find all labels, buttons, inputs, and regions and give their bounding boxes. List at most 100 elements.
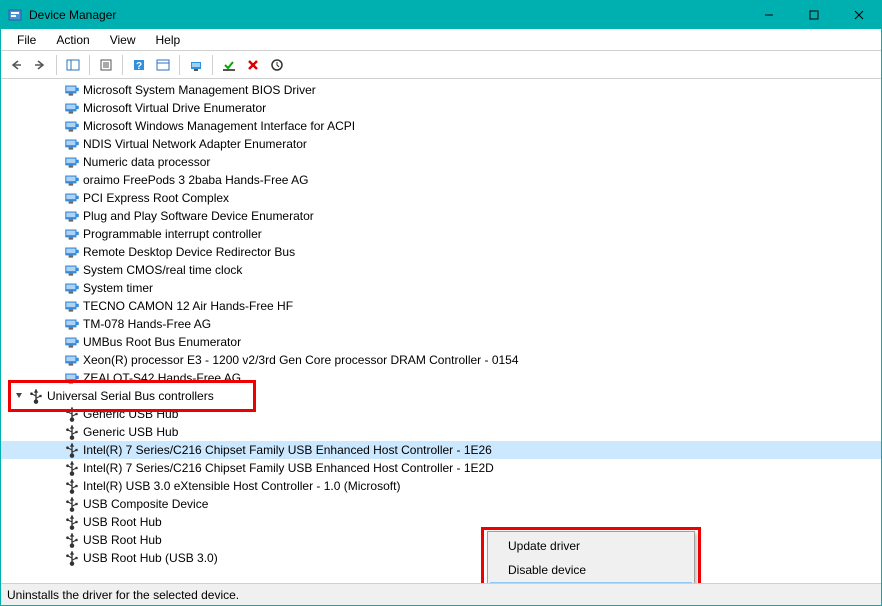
statusbar: Uninstalls the driver for the selected d… <box>1 583 881 605</box>
device-label: Generic USB Hub <box>83 407 178 421</box>
usb-device-item[interactable]: Intel(R) USB 3.0 eXtensible Host Control… <box>1 477 881 495</box>
device-label: Microsoft Virtual Drive Enumerator <box>83 101 266 115</box>
menu-view[interactable]: View <box>100 31 146 49</box>
usb-device-item[interactable]: Intel(R) 7 Series/C216 Chipset Family US… <box>1 459 881 477</box>
device-label: PCI Express Root Complex <box>83 191 229 205</box>
device-icon <box>63 135 81 153</box>
menu-help[interactable]: Help <box>146 31 191 49</box>
device-item[interactable]: Microsoft System Management BIOS Driver <box>1 81 881 99</box>
usb-device-item[interactable]: USB Composite Device <box>1 495 881 513</box>
device-label: Numeric data processor <box>83 155 210 169</box>
device-icon <box>63 297 81 315</box>
device-icon <box>63 351 81 369</box>
properties-button[interactable] <box>95 54 117 76</box>
maximize-button[interactable] <box>791 1 836 29</box>
device-item[interactable]: Microsoft Windows Management Interface f… <box>1 117 881 135</box>
uninstall-device-button[interactable] <box>242 54 264 76</box>
device-label: Xeon(R) processor E3 - 1200 v2/3rd Gen C… <box>83 353 519 367</box>
usb-device-item[interactable]: USB Root Hub (USB 3.0) <box>1 549 881 567</box>
status-text: Uninstalls the driver for the selected d… <box>7 588 239 602</box>
minimize-button[interactable] <box>746 1 791 29</box>
device-item[interactable]: Plug and Play Software Device Enumerator <box>1 207 881 225</box>
device-label: System CMOS/real time clock <box>83 263 242 277</box>
forward-button[interactable] <box>29 54 51 76</box>
device-icon <box>63 189 81 207</box>
usb-device-item[interactable]: USB Root Hub <box>1 531 881 549</box>
device-label: TM-078 Hands-Free AG <box>83 317 211 331</box>
device-icon <box>63 243 81 261</box>
close-button[interactable] <box>836 1 881 29</box>
svg-text:?: ? <box>136 61 142 72</box>
expander-icon[interactable] <box>11 390 27 403</box>
toolbar-icon-1[interactable] <box>152 54 174 76</box>
device-icon <box>63 405 81 423</box>
usb-device-item[interactable]: Generic USB Hub <box>1 405 881 423</box>
device-label: Microsoft System Management BIOS Driver <box>83 83 316 97</box>
device-icon <box>63 261 81 279</box>
device-icon <box>63 513 81 531</box>
device-label: Intel(R) 7 Series/C216 Chipset Family US… <box>83 443 492 457</box>
window-controls <box>746 1 881 29</box>
device-item[interactable]: Programmable interrupt controller <box>1 225 881 243</box>
menubar: File Action View Help <box>1 29 881 51</box>
device-item[interactable]: Numeric data processor <box>1 153 881 171</box>
device-item[interactable]: Xeon(R) processor E3 - 1200 v2/3rd Gen C… <box>1 351 881 369</box>
device-label: System timer <box>83 281 153 295</box>
category-usb[interactable]: Universal Serial Bus controllers <box>1 387 881 405</box>
device-icon <box>27 387 45 405</box>
usb-device-item[interactable]: Generic USB Hub <box>1 423 881 441</box>
device-item[interactable]: System CMOS/real time clock <box>1 261 881 279</box>
update-driver-button[interactable] <box>185 54 207 76</box>
device-label: UMBus Root Bus Enumerator <box>83 335 241 349</box>
device-label: oraimo FreePods 3 2baba Hands-Free AG <box>83 173 308 187</box>
device-icon <box>63 549 81 567</box>
device-icon <box>63 459 81 477</box>
device-icon <box>63 207 81 225</box>
device-icon <box>63 423 81 441</box>
device-item[interactable]: NDIS Virtual Network Adapter Enumerator <box>1 135 881 153</box>
back-button[interactable] <box>5 54 27 76</box>
scan-hardware-button[interactable] <box>266 54 288 76</box>
device-label: Programmable interrupt controller <box>83 227 262 241</box>
device-item[interactable]: ZEALOT-S42 Hands-Free AG <box>1 369 881 387</box>
device-item[interactable]: TM-078 Hands-Free AG <box>1 315 881 333</box>
menu-action[interactable]: Action <box>46 31 99 49</box>
device-label: Microsoft Windows Management Interface f… <box>83 119 355 133</box>
device-label: Universal Serial Bus controllers <box>47 389 214 403</box>
device-label: USB Root Hub <box>83 515 162 529</box>
menu-file[interactable]: File <box>7 31 46 49</box>
toolbar: ? <box>1 51 881 79</box>
help-button[interactable]: ? <box>128 54 150 76</box>
device-item[interactable]: TECNO CAMON 12 Air Hands-Free HF <box>1 297 881 315</box>
usb-device-item[interactable]: Intel(R) 7 Series/C216 Chipset Family US… <box>1 441 881 459</box>
highlight-box-context-menu <box>481 527 701 583</box>
device-icon <box>63 495 81 513</box>
device-label: ZEALOT-S42 Hands-Free AG <box>83 371 241 385</box>
device-label: Remote Desktop Device Redirector Bus <box>83 245 295 259</box>
device-item[interactable]: System timer <box>1 279 881 297</box>
titlebar: Device Manager <box>1 1 881 29</box>
device-item[interactable]: Microsoft Virtual Drive Enumerator <box>1 99 881 117</box>
usb-device-item[interactable]: USB Root Hub <box>1 513 881 531</box>
device-icon <box>63 441 81 459</box>
device-label: TECNO CAMON 12 Air Hands-Free HF <box>83 299 293 313</box>
device-label: USB Composite Device <box>83 497 208 511</box>
device-item[interactable]: PCI Express Root Complex <box>1 189 881 207</box>
device-tree[interactable]: Microsoft System Management BIOS Driver M… <box>1 79 881 583</box>
device-icon <box>63 477 81 495</box>
device-label: Intel(R) 7 Series/C216 Chipset Family US… <box>83 461 494 475</box>
device-item[interactable]: UMBus Root Bus Enumerator <box>1 333 881 351</box>
app-icon <box>7 7 23 23</box>
device-item[interactable]: Remote Desktop Device Redirector Bus <box>1 243 881 261</box>
window-title: Device Manager <box>29 8 746 22</box>
device-label: Intel(R) USB 3.0 eXtensible Host Control… <box>83 479 400 493</box>
device-icon <box>63 81 81 99</box>
device-icon <box>63 333 81 351</box>
device-label: USB Root Hub (USB 3.0) <box>83 551 218 565</box>
device-icon <box>63 315 81 333</box>
enable-device-button[interactable] <box>218 54 240 76</box>
device-icon <box>63 99 81 117</box>
show-hide-tree-button[interactable] <box>62 54 84 76</box>
device-item[interactable]: oraimo FreePods 3 2baba Hands-Free AG <box>1 171 881 189</box>
device-icon <box>63 225 81 243</box>
